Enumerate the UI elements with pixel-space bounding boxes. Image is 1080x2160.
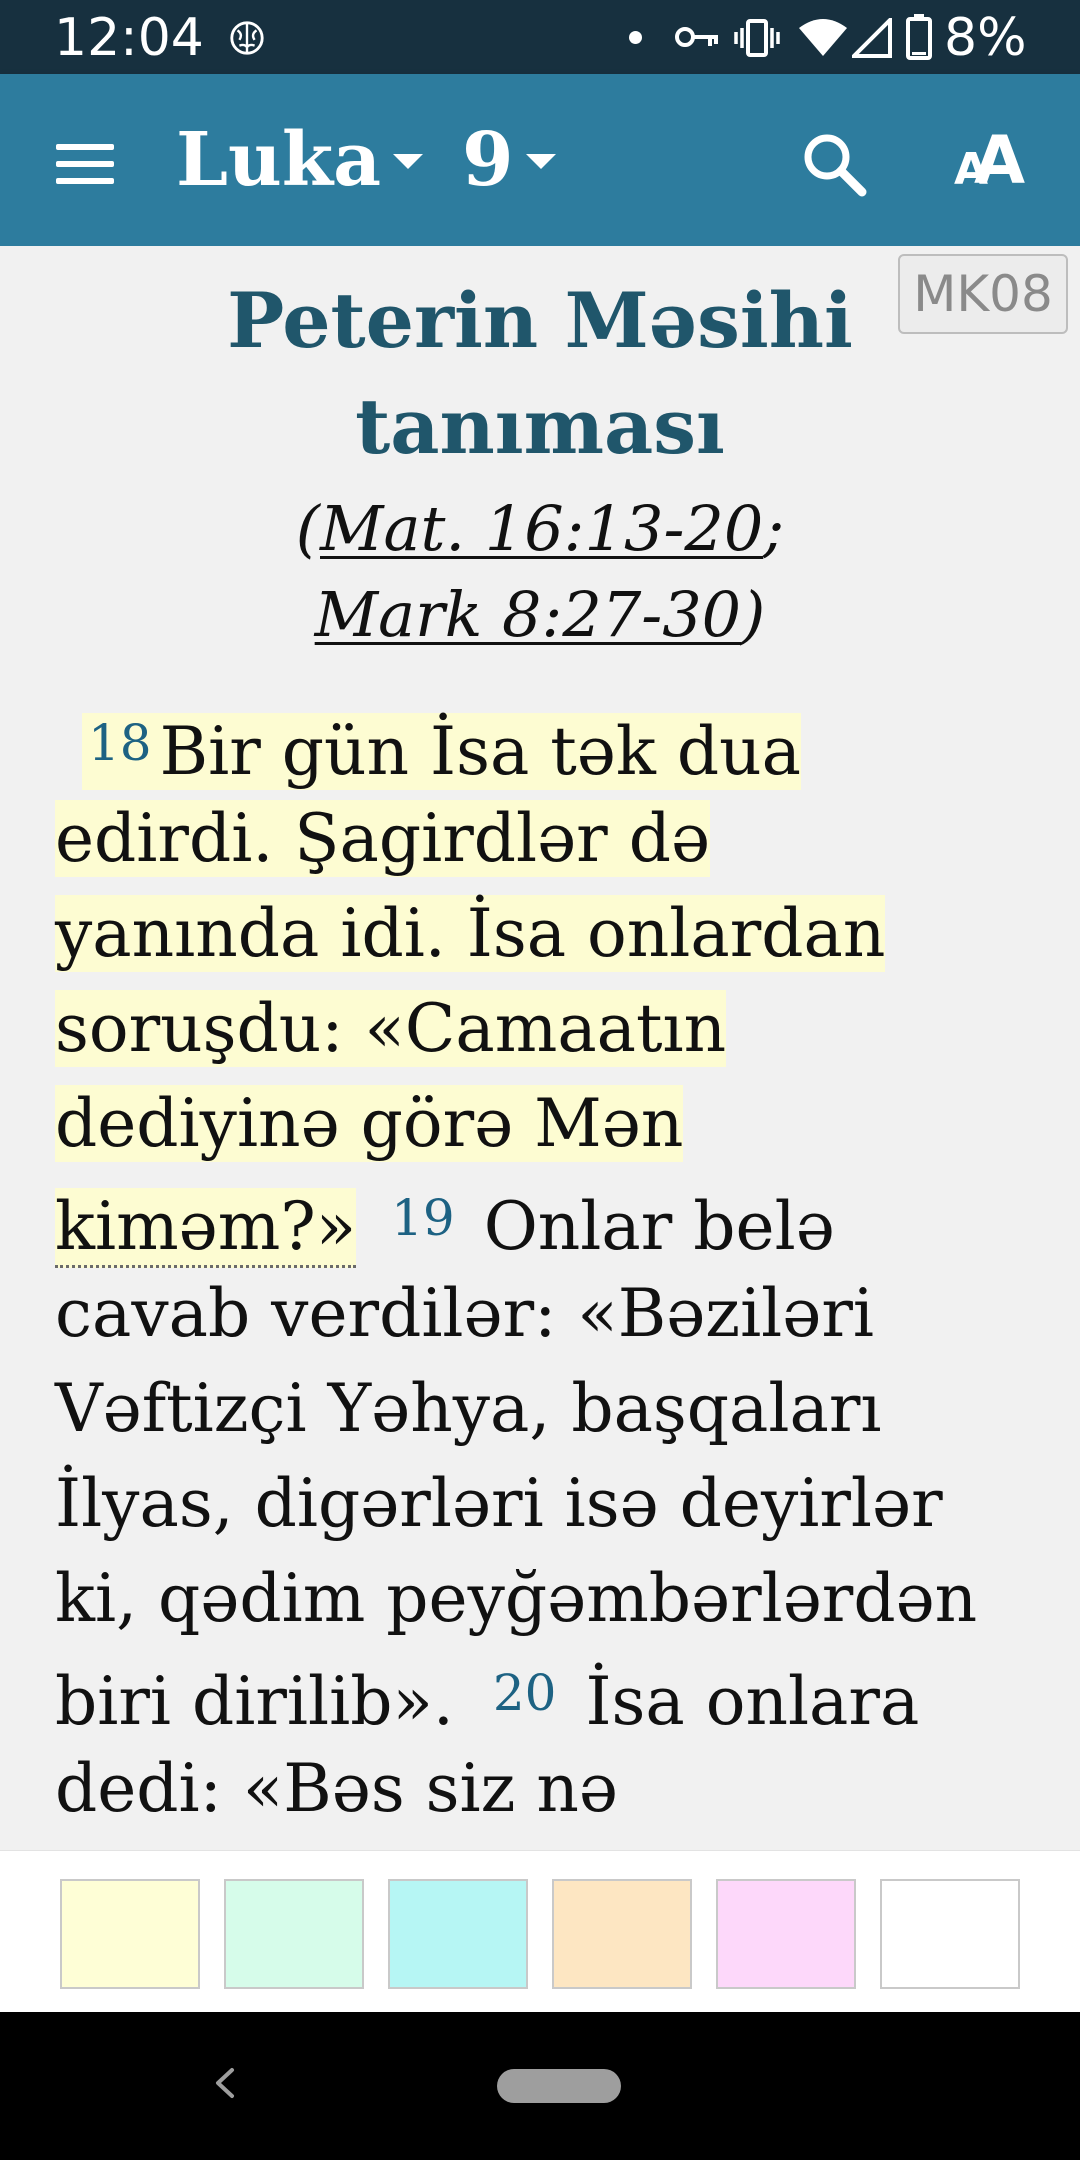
chapter-label: 9 <box>462 117 514 203</box>
verse-line: 18 Bir gün İsa tək dua <box>82 696 801 791</box>
reference-link-matthew[interactable]: Mat. 16:13-20 <box>320 492 763 565</box>
highlight-swatch-white[interactable] <box>880 1879 1020 1989</box>
battery-icon <box>906 14 932 60</box>
verse-number[interactable]: 20 <box>493 1664 557 1722</box>
font-size-icon[interactable]: A A <box>948 116 1038 206</box>
verse-text: Onlar belə <box>483 1188 835 1265</box>
chapter-selector[interactable]: 9 <box>462 114 556 206</box>
menu-icon[interactable] <box>46 132 126 192</box>
brain-icon <box>230 21 264 55</box>
verse-line: yanında idi. İsa onlardan <box>55 886 886 981</box>
cell-signal-icon <box>852 18 892 58</box>
verse-text: ki, qədim peyğəmbərlərdən <box>55 1560 978 1637</box>
verse-text: İsa onlara <box>585 1663 920 1740</box>
verse-text: Bir gün İsa tək dua <box>159 713 801 790</box>
verse-text: yanında idi. İsa onlardan <box>55 895 886 972</box>
verse-line: edirdi. Şagirdlər də <box>55 791 711 886</box>
verse-text: cavab verdilər: «Bəziləri <box>55 1275 875 1352</box>
verse-line: dedi: «Bəs siz nə <box>55 1741 618 1836</box>
verse-line: kiməm?» 19 Onlar belə <box>55 1171 835 1268</box>
verse-line: soruşdu: «Camaatın <box>55 981 727 1076</box>
back-icon[interactable] <box>200 2058 250 2108</box>
book-label: Luka <box>176 117 382 203</box>
status-time: 12:04 <box>54 8 204 68</box>
verse-text: biri dirilib». <box>55 1663 454 1740</box>
verse-number[interactable]: 18 <box>88 714 152 772</box>
notification-dot-icon <box>629 31 642 44</box>
highlight-palette <box>0 1850 1080 2012</box>
parallel-references: (Mat. 16:13-20; Mark 8:27-30) <box>295 492 785 651</box>
verse-text: soruşdu: «Camaatın <box>55 990 727 1067</box>
verse-line: Vəftizçi Yəhya, başqaları <box>55 1361 882 1456</box>
chevron-down-icon <box>393 154 424 169</box>
section-heading-line: tanıması <box>355 382 725 471</box>
chapter-content[interactable]: MK08 Peterin Məsihi tanıması (Mat. 16:13… <box>0 246 1080 1850</box>
status-bar: 12:04 8% <box>0 0 1080 74</box>
verse-line: cavab verdilər: «Bəziləri <box>55 1266 874 1361</box>
verse-line: İlyas, digərləri isə deyirlər <box>55 1456 943 1551</box>
chevron-down-icon <box>525 154 556 169</box>
verse-number[interactable]: 19 <box>391 1189 455 1247</box>
verse-text: dediyinə görə Mən <box>55 1085 684 1162</box>
reference-link-mark[interactable]: Mark 8:27-30 <box>315 578 741 651</box>
wifi-icon <box>799 19 847 56</box>
verse-text: Vəftizçi Yəhya, başqaları <box>55 1370 882 1447</box>
verse-line: ki, qədim peyğəmbərlərdən <box>55 1551 977 1646</box>
section-heading-line: Peterin Məsihi <box>227 276 853 365</box>
search-icon[interactable] <box>796 126 872 202</box>
book-selector[interactable]: Luka <box>176 114 424 206</box>
verse-line: dediyinə görə Mən <box>55 1076 684 1171</box>
vpn-key-icon <box>675 27 718 47</box>
battery-percent: 8% <box>944 8 1027 68</box>
verse-text: kiməm?» <box>55 1188 357 1268</box>
verse-text: edirdi. Şagirdlər də <box>55 800 711 877</box>
app-bar: Luka 9 A A <box>0 74 1080 246</box>
system-navigation-bar <box>0 2012 1080 2160</box>
highlight-swatch-yellow[interactable] <box>60 1879 200 1989</box>
highlight-swatch-mint[interactable] <box>224 1879 364 1989</box>
highlight-swatch-pink[interactable] <box>716 1879 856 1989</box>
section-heading: Peterin Məsihi tanıması <box>140 268 940 480</box>
home-pill[interactable] <box>497 2069 621 2103</box>
verse-text: dedi: «Bəs siz nə <box>55 1750 618 1827</box>
highlight-swatch-peach[interactable] <box>552 1879 692 1989</box>
highlight-swatch-cyan[interactable] <box>388 1879 528 1989</box>
verse-text: İlyas, digərləri isə deyirlər <box>55 1465 943 1542</box>
vibrate-icon <box>734 19 780 57</box>
verse-line: biri dirilib». 20 İsa onlara <box>55 1646 919 1741</box>
